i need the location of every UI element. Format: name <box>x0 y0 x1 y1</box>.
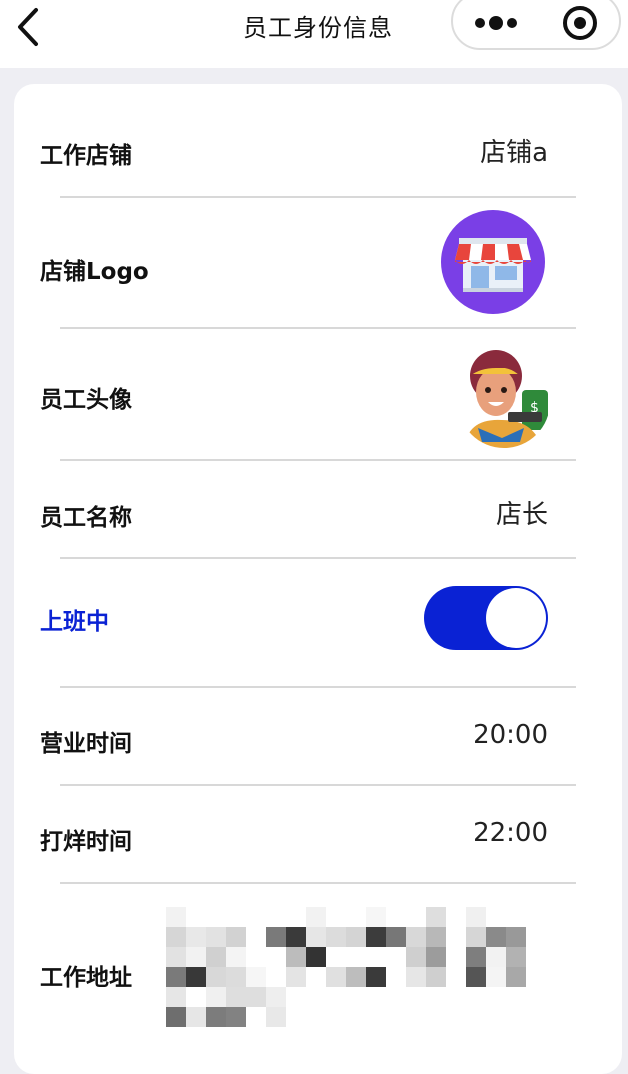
avatar-row[interactable]: 员工头像 $ <box>14 346 622 452</box>
mini-program-capsule <box>451 0 621 50</box>
target-icon[interactable] <box>561 4 599 42</box>
info-card: 工作店铺 店铺a 店铺Logo 员工头像 $ 员工名称 店长 上班中 营业时间 … <box>14 84 622 1074</box>
store-label: 工作店铺 <box>40 143 132 169</box>
divider <box>60 882 576 884</box>
on-duty-label: 上班中 <box>40 609 109 635</box>
business-hours-row[interactable]: 营业时间 20:00 <box>14 720 622 760</box>
name-value: 店长 <box>495 500 548 530</box>
address-mosaic <box>166 907 526 1027</box>
on-duty-toggle[interactable] <box>424 586 548 650</box>
divider <box>60 459 576 461</box>
divider <box>60 557 576 559</box>
divider <box>60 327 576 329</box>
avatar[interactable]: $ <box>458 346 550 448</box>
on-duty-row: 上班中 <box>14 586 622 650</box>
divider <box>60 686 576 688</box>
store-logo-image[interactable] <box>441 210 545 314</box>
capsule-divider <box>537 8 538 38</box>
business-hours-value: 20:00 <box>473 720 548 750</box>
store-logo-row[interactable]: 店铺Logo <box>14 210 622 316</box>
avatar-label: 员工头像 <box>40 387 132 413</box>
divider <box>60 784 576 786</box>
toggle-knob <box>486 588 546 648</box>
store-logo-label: 店铺Logo <box>40 259 149 285</box>
closing-time-value: 22:00 <box>473 818 548 848</box>
storefront-icon <box>455 238 531 292</box>
more-dots-icon[interactable] <box>471 8 521 38</box>
name-label: 员工名称 <box>40 505 132 531</box>
divider <box>60 196 576 198</box>
store-value: 店铺a <box>480 138 548 168</box>
store-row[interactable]: 工作店铺 店铺a <box>14 132 622 172</box>
name-row[interactable]: 员工名称 店长 <box>14 494 622 534</box>
closing-time-row[interactable]: 打烊时间 22:00 <box>14 818 622 858</box>
address-label: 工作地址 <box>40 965 132 991</box>
business-hours-label: 营业时间 <box>40 731 132 757</box>
navbar: 员工身份信息 <box>0 0 628 68</box>
avatar-image: $ <box>464 350 548 448</box>
closing-time-label: 打烊时间 <box>40 829 132 855</box>
